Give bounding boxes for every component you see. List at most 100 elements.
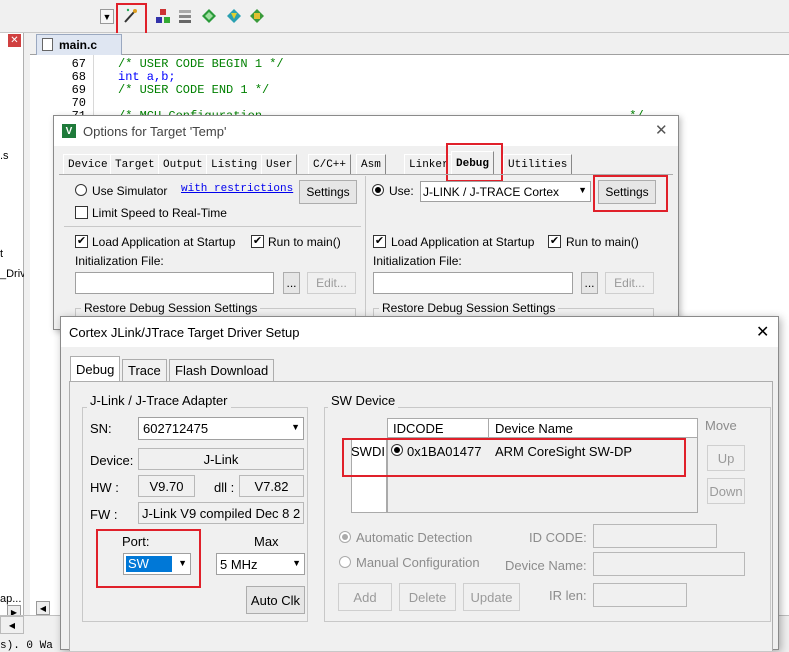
run-to-main-label-right: Run to main() — [566, 235, 639, 249]
update-button[interactable]: Update — [463, 583, 520, 611]
build-status: s). 0 Wa — [0, 640, 53, 652]
close-icon[interactable]: ✕ — [655, 121, 668, 139]
edit-button-right[interactable]: Edit... — [605, 272, 654, 294]
run-to-main-checkbox-right[interactable]: ✔ — [548, 235, 561, 248]
use-simulator-label: Use Simulator — [92, 184, 168, 198]
id-code-input[interactable] — [593, 524, 717, 548]
simulator-settings-button[interactable]: Settings — [299, 180, 357, 204]
id-code-label: ID CODE: — [529, 530, 587, 545]
settings-highlight — [593, 175, 668, 212]
sn-select[interactable]: 602712475 ▼ — [138, 417, 304, 440]
keil-icon: V — [62, 124, 76, 138]
tab-user[interactable]: User — [261, 154, 298, 174]
device-name-input[interactable] — [593, 552, 745, 576]
auto-detect-label: Automatic Detection — [356, 530, 473, 545]
delete-button[interactable]: Delete — [399, 583, 456, 611]
dialog-titlebar: V Options for Target 'Temp' ✕ — [54, 116, 678, 146]
use-simulator-radio[interactable] — [75, 184, 87, 196]
dialog-title: Cortex JLink/JTrace Target Driver Setup — [69, 325, 300, 340]
tab-cc[interactable]: C/C++ — [308, 154, 352, 174]
manual-config-radio[interactable] — [339, 556, 351, 568]
hw-field: V9.70 — [138, 475, 195, 497]
tab-trace[interactable]: Trace — [122, 359, 167, 381]
column-divider — [365, 176, 366, 331]
tab-listing[interactable]: Listing — [206, 154, 263, 174]
load-app-label-right: Load Application at Startup — [391, 235, 535, 249]
code-line: /* USER CODE BEGIN 1 */ — [118, 57, 284, 71]
tab-target[interactable]: Target — [110, 154, 160, 174]
pack-installer-icon[interactable] — [224, 6, 244, 26]
tab-debug[interactable]: Debug — [70, 356, 121, 382]
green-diamond-icon[interactable] — [199, 6, 219, 26]
options-button-highlight — [116, 3, 147, 37]
limit-speed-checkbox[interactable] — [75, 206, 88, 219]
add-button[interactable]: Add — [338, 583, 392, 611]
debugger-value: J-LINK / J-TRACE Cortex — [423, 184, 560, 199]
tab-output[interactable]: Output — [158, 154, 208, 174]
component-icon[interactable] — [153, 6, 173, 26]
move-down-button[interactable]: Down — [707, 478, 745, 504]
dialog-titlebar: Cortex JLink/JTrace Target Driver Setup … — [61, 317, 778, 347]
code-line: /* USER CODE END 1 */ — [118, 83, 270, 97]
close-panel-icon[interactable]: ✕ — [8, 34, 21, 47]
device-name-label: Device Name: — [505, 558, 587, 573]
scroll-left-icon[interactable]: ◀ — [0, 616, 24, 634]
tab-utilities[interactable]: Utilities — [503, 154, 573, 174]
device-field: J-Link — [138, 448, 304, 470]
restore-label: Restore Debug Session Settings — [81, 301, 261, 315]
adapter-group-label: J-Link / J-Trace Adapter — [87, 393, 231, 408]
init-file-input-right[interactable] — [373, 272, 573, 294]
limit-speed-label: Limit Speed to Real-Time — [92, 206, 227, 220]
chevron-down-icon: ▼ — [292, 558, 301, 568]
load-app-checkbox-right[interactable]: ✔ — [373, 235, 386, 248]
auto-clk-button[interactable]: Auto Clk — [246, 586, 305, 614]
close-icon[interactable]: ✕ — [756, 322, 769, 342]
use-debugger-radio[interactable] — [372, 184, 384, 196]
editor-tab-label: main.c — [59, 38, 98, 52]
max-value: 5 MHz — [220, 556, 258, 572]
sw-device-highlight — [342, 438, 686, 477]
ir-len-input[interactable] — [593, 583, 687, 607]
sn-value: 602712475 — [143, 421, 209, 436]
manual-config-label: Manual Configuration — [356, 555, 480, 570]
tab-asm[interactable]: Asm — [356, 154, 386, 174]
move-up-button[interactable]: Up — [707, 445, 745, 471]
project-fragment: t — [0, 248, 4, 260]
col-device-name: Device Name — [495, 421, 574, 436]
fw-field: J-Link V9 compiled Dec 8 2 — [138, 502, 304, 524]
browse-button-right[interactable]: ... — [581, 272, 598, 294]
load-app-checkbox[interactable]: ✔ — [75, 235, 88, 248]
browse-button[interactable]: ... — [283, 272, 300, 294]
line-number: 70 — [71, 96, 86, 110]
ide-toolbar: ▼ — [0, 0, 789, 37]
debugger-select[interactable]: J-LINK / J-TRACE Cortex ▼ — [420, 181, 591, 202]
jlink-setup-dialog: Cortex JLink/JTrace Target Driver Setup … — [60, 316, 779, 651]
scroll-left-icon[interactable]: ◀ — [36, 601, 50, 615]
move-label: Move — [705, 418, 737, 433]
fw-label: FW : — [90, 507, 118, 522]
stack-icon[interactable] — [175, 6, 195, 26]
max-clock-select[interactable]: 5 MHz ▼ — [216, 553, 305, 575]
editor-tab-main[interactable]: main.c — [36, 34, 122, 55]
dropdown-arrow-icon[interactable]: ▼ — [100, 9, 114, 24]
with-restrictions-link[interactable]: with restrictions — [181, 183, 293, 195]
hw-label: HW : — [90, 480, 119, 495]
edit-button[interactable]: Edit... — [307, 272, 356, 294]
manage-icon[interactable] — [247, 6, 267, 26]
init-file-input[interactable] — [75, 272, 274, 294]
bottom-fragment: ap... — [0, 593, 22, 605]
tab-device[interactable]: Device — [63, 154, 113, 174]
file-icon — [42, 38, 53, 51]
debug-tab-highlight — [446, 143, 503, 182]
dll-field: V7.82 — [239, 475, 304, 497]
col-divider — [488, 418, 489, 438]
chevron-down-icon: ▼ — [578, 185, 587, 195]
dll-label: dll : — [214, 480, 235, 495]
tab-flash-download[interactable]: Flash Download — [169, 359, 275, 381]
line-number: 67 — [71, 57, 86, 71]
line-number: 68 — [71, 70, 86, 84]
project-fragment: .s — [0, 150, 9, 162]
auto-detect-radio[interactable] — [339, 531, 351, 543]
run-to-main-checkbox[interactable]: ✔ — [251, 235, 264, 248]
dialog-title: Options for Target 'Temp' — [83, 124, 227, 139]
